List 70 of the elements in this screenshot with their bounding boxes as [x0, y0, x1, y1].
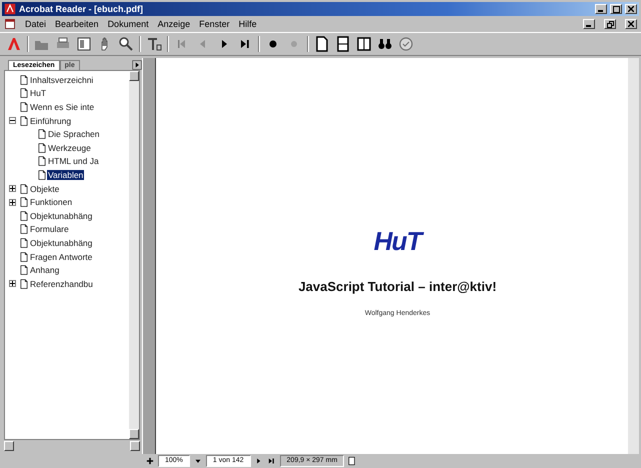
restore-button[interactable]: [604, 19, 616, 29]
menu-item[interactable]: Hilfe: [238, 19, 257, 29]
bookmark-item[interactable]: Werkzeuge: [47, 142, 92, 153]
bookmark-item[interactable]: Objektunabhäng: [29, 210, 94, 221]
menu-item[interactable]: Dokument: [108, 19, 149, 29]
binoculars-icon[interactable]: [377, 36, 393, 52]
bookmark-item[interactable]: Objektunabhäng: [29, 238, 94, 248]
scrollbar[interactable]: [628, 58, 639, 454]
menu-item[interactable]: Datei: [25, 19, 46, 29]
page-icon[interactable]: [37, 128, 47, 140]
scroll-right-button[interactable]: [130, 441, 140, 451]
page-icon[interactable]: [19, 236, 29, 249]
minimize-button[interactable]: [583, 19, 595, 29]
page-icon[interactable]: [19, 100, 29, 113]
bookmark-item[interactable]: HuT: [29, 88, 48, 98]
bookmark-item[interactable]: Fragen Antworte: [29, 252, 94, 262]
page-icon[interactable]: [37, 155, 47, 168]
page-icon[interactable]: [37, 168, 47, 181]
scroll-left-button[interactable]: [4, 441, 14, 451]
page-icon[interactable]: [19, 196, 29, 208]
expand-toggle[interactable]: [9, 280, 16, 288]
zoom-button-icon[interactable]: [145, 456, 155, 466]
panel-menu-icon[interactable]: [132, 60, 142, 70]
window-title: Acrobat Reader - [ebuch.pdf]: [19, 4, 144, 14]
close-button[interactable]: [625, 4, 637, 14]
page-icon[interactable]: [19, 74, 29, 86]
page-layout-icon[interactable]: [347, 456, 358, 466]
text-select-icon[interactable]: [146, 36, 162, 52]
expand-toggle[interactable]: [9, 198, 16, 206]
bookmark-item[interactable]: Funktionen: [29, 197, 74, 208]
bookmark-item[interactable]: Die Sprachen: [47, 129, 101, 140]
splitter-bar[interactable]: [142, 58, 156, 454]
bookmark-item[interactable]: Einführung: [29, 116, 72, 126]
expand-toggle[interactable]: [9, 185, 16, 192]
logo-text: HuT: [374, 226, 422, 257]
page-icon[interactable]: [19, 278, 29, 290]
bookmark-item[interactable]: Anhang: [29, 265, 60, 276]
minimize-button[interactable]: [595, 4, 607, 14]
page-icon[interactable]: [19, 264, 29, 276]
menu-item[interactable]: Bearbeiten: [55, 19, 99, 29]
page-icon[interactable]: [37, 142, 47, 154]
scrollbar[interactable]: [129, 71, 139, 439]
continuous-page-icon[interactable]: [335, 36, 351, 52]
page-icon[interactable]: [19, 223, 29, 236]
last-page-icon[interactable]: [266, 456, 277, 466]
facing-pages-icon[interactable]: [356, 36, 372, 52]
collapse-toggle[interactable]: [9, 117, 16, 124]
page-icon[interactable]: [19, 250, 29, 263]
close-button[interactable]: [625, 19, 637, 29]
menu-item[interactable]: Anzeige: [158, 19, 190, 29]
page-icon[interactable]: [19, 114, 29, 127]
document-title: JavaScript Tutorial – inter@ktiv!: [298, 279, 497, 294]
bookmark-item[interactable]: HTML und Ja: [47, 156, 100, 166]
menu-item[interactable]: Fenster: [199, 19, 230, 29]
page-icon[interactable]: [19, 87, 29, 100]
single-page-icon[interactable]: [314, 36, 330, 52]
page-icon[interactable]: [19, 210, 29, 222]
page-icon[interactable]: [19, 182, 29, 195]
app-icon[interactable]: [4, 3, 16, 15]
maximize-button[interactable]: [610, 4, 622, 14]
bookmark-item[interactable]: Objekte: [29, 184, 60, 194]
document-icon[interactable]: [4, 18, 16, 30]
bookmark-item[interactable]: Wenn es Sie inte: [29, 102, 96, 112]
bookmark-item[interactable]: Variablen: [47, 170, 84, 180]
panel-icon[interactable]: [76, 36, 92, 52]
logo-icon[interactable]: [6, 36, 22, 52]
zoom-icon[interactable]: [118, 36, 134, 52]
bookmark-item[interactable]: Inhaltsverzeichni: [29, 74, 94, 85]
bookmark-item[interactable]: Referenzhandbu: [29, 278, 94, 289]
bookmark-item[interactable]: Formulare: [29, 224, 70, 234]
